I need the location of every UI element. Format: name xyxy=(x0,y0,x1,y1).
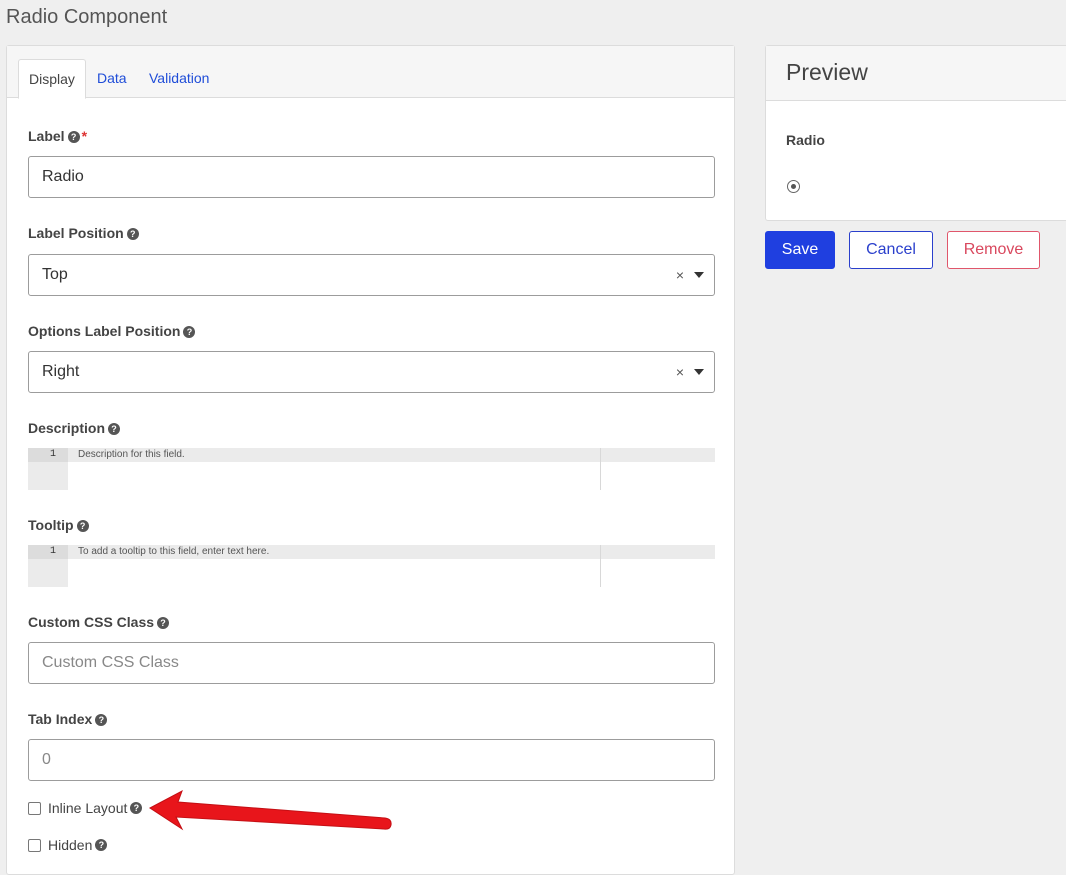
description-label: Description? xyxy=(28,420,121,436)
label-position-label-text: Label Position xyxy=(28,225,124,241)
description-placeholder: Description for this field. xyxy=(68,448,715,462)
clear-icon[interactable]: × xyxy=(676,255,684,295)
tab-index-input[interactable] xyxy=(28,739,715,781)
label-position-select[interactable]: Top × xyxy=(28,254,715,296)
inline-layout-label: Inline Layout xyxy=(48,800,128,816)
help-icon[interactable]: ? xyxy=(95,839,108,851)
custom-css-class-label-text: Custom CSS Class xyxy=(28,614,155,630)
options-label-position-label-text: Options Label Position xyxy=(28,323,181,339)
hidden-checkbox[interactable] xyxy=(28,838,41,852)
print-margin xyxy=(600,545,601,587)
label-position-label: Label Position? xyxy=(28,225,139,241)
tooltip-label-text: Tooltip xyxy=(28,517,74,533)
editor-tabs: Display Data Validation xyxy=(7,46,734,99)
help-icon[interactable]: ? xyxy=(108,423,121,435)
options-label-position-label: Options Label Position? xyxy=(28,323,196,339)
tooltip-placeholder: To add a tooltip to this field, enter te… xyxy=(68,545,715,559)
tooltip-label: Tooltip? xyxy=(28,517,89,533)
tooltip-editor[interactable]: 1 To add a tooltip to this field, enter … xyxy=(28,545,715,587)
tab-validation[interactable]: Validation xyxy=(139,59,219,99)
label-field-label: Label? * xyxy=(28,128,87,144)
inline-layout-row[interactable]: Inline Layout? xyxy=(28,799,143,817)
label-input[interactable]: Radio xyxy=(28,156,715,198)
caret-down-icon[interactable] xyxy=(694,272,704,278)
preview-header: Preview xyxy=(766,46,1066,101)
help-icon[interactable]: ? xyxy=(183,326,196,338)
line-number: 1 xyxy=(28,448,68,462)
options-label-position-value: Right xyxy=(42,363,80,380)
help-icon[interactable]: ? xyxy=(76,520,89,532)
preview-field-label: Radio xyxy=(786,132,825,148)
editor-gutter: 1 xyxy=(28,448,68,490)
editor-gutter: 1 xyxy=(28,545,68,587)
description-label-text: Description xyxy=(28,420,106,436)
tab-index-label-text: Tab Index xyxy=(28,711,93,727)
hidden-row[interactable]: Hidden? xyxy=(28,836,108,854)
tab-display[interactable]: Display xyxy=(18,59,86,99)
caret-down-icon[interactable] xyxy=(694,369,704,375)
tab-data[interactable]: Data xyxy=(87,59,137,99)
help-icon[interactable]: ? xyxy=(95,714,108,726)
help-icon[interactable]: ? xyxy=(67,131,80,143)
inline-layout-checkbox[interactable] xyxy=(28,801,41,815)
line-number: 1 xyxy=(28,545,68,559)
custom-css-class-input[interactable] xyxy=(28,642,715,684)
help-icon[interactable]: ? xyxy=(130,802,143,814)
page-title: Radio Component xyxy=(6,6,168,28)
label-position-value: Top xyxy=(42,266,68,283)
custom-css-class-label: Custom CSS Class? xyxy=(28,614,170,630)
label-field-label-text: Label xyxy=(28,128,65,144)
print-margin xyxy=(600,448,601,490)
save-button[interactable]: Save xyxy=(765,231,835,269)
options-label-position-select[interactable]: Right × xyxy=(28,351,715,393)
description-editor[interactable]: 1 Description for this field. xyxy=(28,448,715,490)
preview-panel: Preview Radio xyxy=(765,45,1066,221)
annotation-arrow-icon xyxy=(149,789,392,831)
help-icon[interactable]: ? xyxy=(157,617,170,629)
help-icon[interactable]: ? xyxy=(126,228,139,240)
remove-button[interactable]: Remove xyxy=(947,231,1040,269)
required-marker: * xyxy=(81,128,88,144)
preview-radio-button[interactable] xyxy=(787,180,800,193)
hidden-label: Hidden xyxy=(48,837,93,853)
tab-index-label: Tab Index? xyxy=(28,711,108,727)
preview-title: Preview xyxy=(786,59,868,85)
cancel-button[interactable]: Cancel xyxy=(849,231,933,269)
component-editor-panel: Display Data Validation Label? * Radio La… xyxy=(6,45,735,875)
clear-icon[interactable]: × xyxy=(676,352,684,392)
